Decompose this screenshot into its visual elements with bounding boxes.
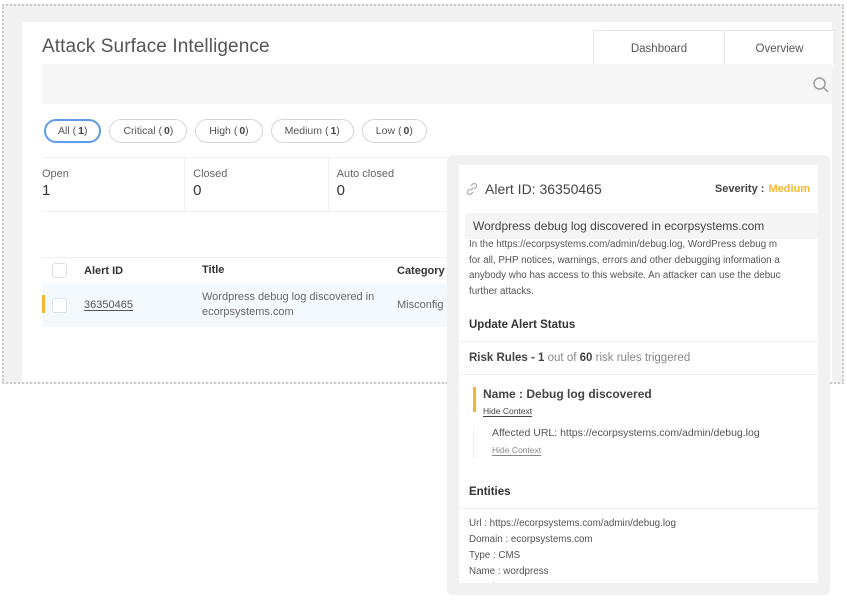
filter-critical[interactable]: Critical (0) [109,119,188,143]
stat-label: Open [42,168,69,180]
filter-high[interactable]: High (0) [195,119,263,143]
entities-list: Url : https://ecorpsystems.com/admin/deb… [459,509,818,583]
alert-title-cell: Wordpress debug log discovered in ecorps… [202,291,375,318]
risk-rules-summary: Risk Rules - 1 out of 60 risk rules trig… [459,342,818,375]
update-alert-status[interactable]: Update Alert Status [459,309,818,342]
filter-count: 1 [330,125,337,137]
filter-all[interactable]: All (1) [44,119,102,143]
hide-context-link[interactable]: Hide Context [483,406,532,416]
severity-label: Severity : [714,183,765,195]
risk-rule: Name : Debug log discovered Hide Context [473,387,818,419]
stat-value: 0 [193,182,202,199]
filter-label: Low [375,125,396,137]
search-icon[interactable] [812,76,830,94]
stat-open: Open 1 [42,158,186,211]
rule-name: Name : Debug log discovered [483,387,652,401]
link-icon[interactable] [465,182,479,196]
stat-label: Closed [193,168,228,180]
filter-count: 1 [78,125,84,137]
severity-filters: All (1) Critical (0) High (0) Medium (1)… [44,119,427,143]
status-stats: Open 1 Closed 0 Auto closed 0 [42,157,472,212]
alert-detail-panel: Alert ID: 36350465 Severity : Medium Word… [459,165,818,583]
entity-url: Url : https://ecorpsystems.com/admin/deb… [469,518,676,529]
risk-rules-triggered: 1 [538,352,545,364]
risk-rules-middle: out of [547,352,577,364]
entity-template: Template : WPMC-3 [469,580,808,583]
alert-id-cell: 36350465 [84,299,202,311]
detail-header: Alert ID: 36350465 Severity : Medium [459,165,818,213]
search-input[interactable] [42,64,812,104]
column-header-alert-id[interactable]: Alert ID [84,265,202,277]
column-header-title[interactable]: Title [202,263,397,278]
top-tabs: Dashboard Overview [593,30,835,66]
tab-dashboard[interactable]: Dashboard [593,30,725,66]
filter-medium[interactable]: Medium (1) [270,119,354,143]
description-line: In the https://ecorpsystems.com/admin/de… [469,239,778,250]
filter-label: All [58,125,70,137]
severity-value: Medium [768,183,810,195]
rule-severity-indicator [473,387,476,412]
filter-label: High [209,125,231,137]
risk-rules-label: Risk Rules - [469,352,535,364]
entities-heading: Entities [459,476,818,509]
severity-indicator [42,295,45,313]
description-line: further attacks. [469,285,534,297]
filter-count: 0 [239,125,246,137]
page-title: Attack Surface Intelligence [42,36,270,57]
tab-overview[interactable]: Overview [725,30,835,66]
detail-severity: Severity : Medium [715,183,810,195]
filter-low[interactable]: Low (0) [361,119,427,143]
filter-count: 0 [403,125,410,137]
table-row[interactable]: 36350465 Wordpress debug log discovered … [42,283,472,327]
entity-type: Type : CMS [469,550,521,561]
description-line: anybody who has access to this website. … [469,270,781,281]
detail-description: In the https://ecorpsystems.com/admin/de… [459,239,818,309]
row-checkbox[interactable] [52,297,67,313]
stat-closed: Closed 0 [185,158,329,211]
table-header: Alert ID Title Category [42,257,472,283]
description-line: for all, PHP notices, warnings, errors a… [469,254,780,266]
rule-context: Affected URL: https://ecorpsystems.com/a… [473,427,818,458]
alert-id-link[interactable]: 36350465 [84,299,133,311]
entity-domain: Domain : ecorpsystems.com [469,534,593,545]
filter-count: 0 [163,125,170,137]
risk-rules-suffix: risk rules triggered [595,352,691,364]
affected-url: Affected URL: https://ecorpsystems.com/a… [492,427,760,439]
filter-label: Critical [123,125,156,137]
detail-title: Wordpress debug log discovered in ecorps… [465,213,818,239]
detail-alert-id: Alert ID: 36350465 [485,181,602,197]
select-all-checkbox[interactable] [52,263,67,278]
entity-name: Name : wordpress [469,566,549,577]
hide-context-sub-link[interactable]: Hide Context [492,445,541,455]
filter-label: Medium [284,125,323,137]
search-bar [42,64,832,104]
alerts-table: Alert ID Title Category 36350465 Wordpre… [42,257,472,327]
stat-value: 1 [42,182,51,199]
risk-rules-total: 60 [579,352,593,364]
